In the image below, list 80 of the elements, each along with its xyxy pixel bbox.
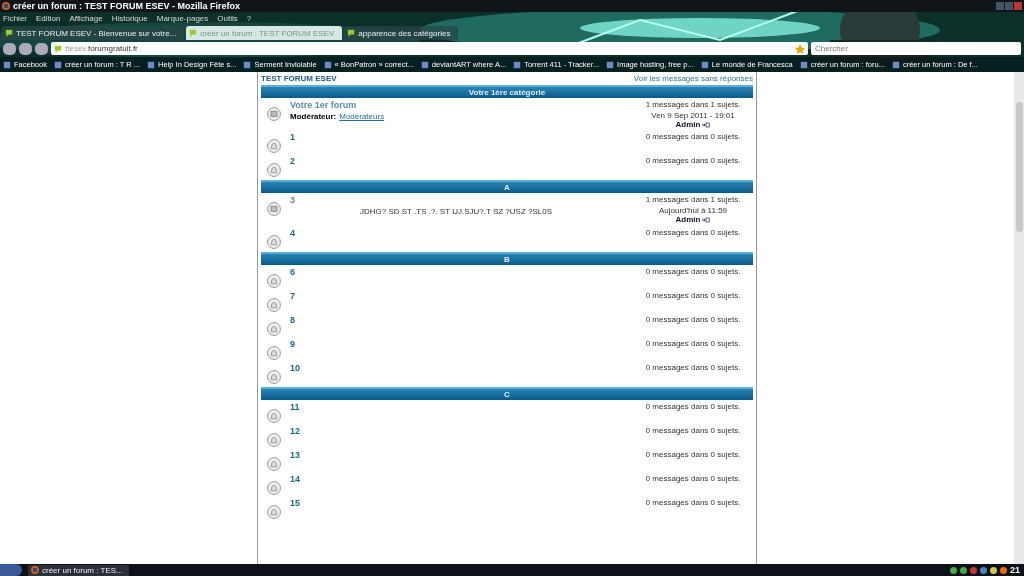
category-header[interactable]: Votre 1ère catégorie	[261, 85, 753, 98]
post-stats: 0 messages dans 0 sujets.	[645, 157, 741, 167]
post-stats: 0 messages dans 0 sujets.	[645, 498, 741, 508]
forum-link[interactable]: 15	[290, 498, 633, 509]
taskbar-button[interactable]: créer un forum : TES...	[28, 564, 129, 576]
bookmark-icon	[606, 60, 615, 69]
star-icon[interactable]	[795, 43, 805, 54]
post-stats: 0 messages dans 0 sujets.	[645, 267, 741, 277]
forum-link[interactable]: 1	[290, 133, 633, 144]
menu-item[interactable]: ?	[246, 14, 252, 23]
menu-item[interactable]: Outils	[217, 14, 238, 23]
post-stats: 0 messages dans 0 sujets.	[645, 228, 741, 238]
start-button[interactable]	[0, 564, 22, 576]
author-link[interactable]: Admin	[675, 120, 701, 130]
bookmark-icon	[243, 60, 252, 69]
last-post-date: Aujourd'hui à 11:59	[658, 207, 728, 216]
moderator-link[interactable]: Modérateurs	[339, 112, 385, 122]
post-stats: 0 messages dans 0 sujets.	[645, 315, 741, 325]
forum-description: JDHG? SD ST .TS .?. ST UJ.SJU?.T SZ ?USZ ?SL0S	[359, 208, 554, 218]
bookmark-icon	[323, 60, 332, 69]
forum-link[interactable]: 13	[290, 450, 633, 461]
firefox-icon	[31, 566, 39, 574]
speech-bubble-icon	[5, 29, 13, 37]
browser-tab[interactable]: apparence des catégories	[344, 26, 459, 40]
forum-link[interactable]: 2	[290, 157, 633, 168]
scrollbar[interactable]	[1014, 72, 1024, 564]
post-stats: 0 messages dans 0 sujets.	[645, 363, 741, 373]
menu-item[interactable]: Affichage	[69, 14, 103, 23]
category-header[interactable]: B	[261, 251, 753, 265]
forum-link[interactable]: Votre 1er forum	[290, 101, 633, 111]
post-stats: 0 messages dans 0 sujets.	[645, 339, 741, 349]
post-stats: 0 messages dans 0 sujets.	[645, 133, 741, 143]
moderator-label: Modérateur:	[290, 112, 337, 122]
firefox-icon	[2, 2, 10, 10]
forum-link[interactable]: 12	[290, 426, 633, 437]
unanswered-link[interactable]: Voir les messages sans réponses	[633, 73, 753, 83]
post-stats: 0 messages dans 0 sujets.	[645, 474, 741, 484]
category-header[interactable]: C	[261, 386, 753, 400]
scrollbar-thumb[interactable]	[1015, 102, 1023, 232]
post-stats: 0 messages dans 0 sujets.	[645, 402, 741, 412]
forum-link[interactable]: 10	[290, 363, 633, 374]
search-field[interactable]: Chercher	[811, 42, 1021, 55]
forum-title[interactable]: TEST FORUM ESEV	[261, 73, 337, 83]
forum-link[interactable]: 11	[290, 402, 633, 413]
speech-bubble-icon	[347, 29, 356, 37]
browser-tab[interactable]: TEST FORUM ESEV - Bienvenue sur votre...	[2, 26, 185, 40]
speech-bubble-icon	[54, 44, 62, 53]
bookmark-icon	[891, 60, 900, 69]
menu-item[interactable]: Historique	[111, 14, 148, 23]
menu-item[interactable]: Fichier	[3, 14, 27, 23]
window-title: créer un forum : TEST FORUM ESEV - Mozilla Firefox	[13, 1, 241, 11]
bookmark-icon	[513, 60, 522, 69]
forum-link[interactable]: 6	[290, 267, 633, 278]
bookmark-icon	[53, 60, 62, 69]
post-stats: 0 messages dans 0 sujets.	[645, 291, 741, 301]
clock: 21	[1010, 565, 1020, 575]
bookmark-icon	[420, 60, 429, 69]
category-header[interactable]: A	[261, 180, 753, 194]
bookmark-icon	[799, 60, 808, 69]
bookmark-icon	[3, 60, 11, 69]
arrow-icon[interactable]	[702, 122, 711, 128]
forum-link[interactable]: 9	[290, 339, 633, 350]
bookmark-icon	[700, 60, 709, 69]
post-stats: 0 messages dans 0 sujets.	[645, 450, 741, 460]
post-stats: 1 messages dans 1 sujets.	[645, 196, 741, 206]
arrow-icon[interactable]	[702, 217, 711, 224]
address-field[interactable]: ttesev.forumgratuit.fr	[51, 42, 808, 55]
last-post-date: Ven 9 Sep 2011 - 19:01	[651, 111, 735, 120]
bookmark-icon	[147, 60, 156, 69]
post-stats: 0 messages dans 0 sujets.	[645, 426, 741, 436]
forum-link[interactable]: 8	[290, 315, 633, 326]
speech-bubble-icon	[189, 29, 198, 37]
forum-link[interactable]: 4	[290, 228, 633, 239]
menu-item[interactable]: Edition	[36, 14, 61, 23]
forum-link[interactable]: 3	[290, 196, 633, 207]
author-link[interactable]: Admin	[675, 216, 701, 225]
menu-item[interactable]: Marque-pages	[156, 14, 209, 23]
forum-link[interactable]: 14	[290, 474, 633, 485]
post-stats: 1 messages dans 1 sujets.	[645, 101, 741, 110]
forum-link[interactable]: 7	[290, 291, 633, 302]
